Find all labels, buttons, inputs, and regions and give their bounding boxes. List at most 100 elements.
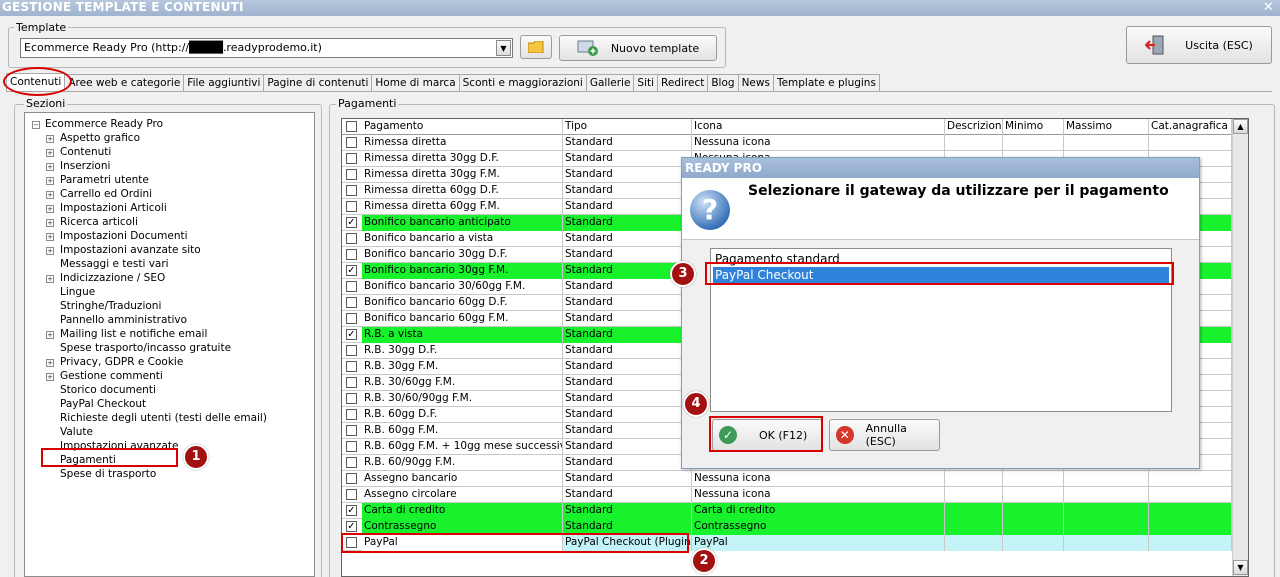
table-cell[interactable] (945, 487, 1003, 503)
table-cell[interactable]: Contrassegno (692, 519, 945, 535)
tab-8[interactable]: Redirect (657, 74, 708, 92)
table-cell[interactable]: PayPal (692, 535, 945, 551)
tab-5[interactable]: Sconti e maggiorazioni (458, 74, 586, 92)
sections-tree[interactable]: − Ecommerce Ready Pro + Aspetto grafico + C… (24, 112, 315, 577)
tab-3[interactable]: Pagine di contenuti (263, 74, 372, 92)
row-checkbox[interactable] (346, 313, 357, 324)
row-checkbox[interactable] (346, 345, 357, 356)
tree-collapse-icon[interactable]: − (32, 121, 40, 129)
table-cell[interactable]: R.B. 60gg D.F. (362, 407, 563, 423)
table-cell[interactable] (1064, 519, 1149, 535)
tree-expand-icon[interactable]: + (46, 163, 54, 171)
table-cell[interactable]: Bonifico bancario a vista (362, 231, 563, 247)
close-icon[interactable]: ✕ (1263, 0, 1274, 15)
row-checkbox[interactable] (346, 281, 357, 292)
row-checkbox[interactable] (346, 473, 357, 484)
table-cell[interactable]: Standard (563, 487, 692, 503)
column-header[interactable]: Descrizione estesa (945, 119, 1003, 135)
tab-2[interactable]: File aggiuntivi (183, 74, 264, 92)
tree-item[interactable]: Privacy, GDPR e Cookie (60, 356, 183, 369)
tab-1[interactable]: Aree web e categorie (64, 74, 184, 92)
row-checkbox[interactable] (346, 489, 357, 500)
tree-item[interactable]: Carrello ed Ordini (60, 188, 152, 201)
table-cell[interactable] (1149, 471, 1232, 487)
table-cell[interactable]: Standard (563, 359, 692, 375)
table-cell[interactable]: R.B. 30/60gg F.M. (362, 375, 563, 391)
tab-4[interactable]: Home di marca (371, 74, 459, 92)
table-cell[interactable]: Nessuna icona (692, 135, 945, 151)
table-cell[interactable]: Standard (563, 311, 692, 327)
row-checkbox[interactable] (346, 361, 357, 372)
row-checkbox[interactable] (346, 457, 357, 468)
table-cell[interactable]: Standard (563, 391, 692, 407)
row-checkbox[interactable] (346, 377, 357, 388)
tree-expand-icon[interactable]: + (46, 219, 54, 227)
table-cell[interactable] (1003, 487, 1064, 503)
open-folder-button[interactable] (520, 35, 552, 59)
column-header[interactable]: Pagamento (362, 119, 563, 135)
select-all-checkbox[interactable] (346, 121, 357, 132)
table-cell[interactable]: Standard (563, 343, 692, 359)
table-cell[interactable]: Standard (563, 471, 692, 487)
table-cell[interactable] (945, 503, 1003, 519)
row-checkbox[interactable] (346, 425, 357, 436)
table-cell[interactable] (1003, 135, 1064, 151)
table-cell[interactable]: Standard (563, 135, 692, 151)
row-checkbox[interactable] (346, 441, 357, 452)
table-cell[interactable]: Carta di credito (692, 503, 945, 519)
tree-item[interactable]: Spese trasporto/incasso gratuite (60, 342, 231, 355)
table-row[interactable]: Assegno circolare Standard Nessuna icona (342, 487, 1235, 503)
table-cell[interactable]: Standard (563, 183, 692, 199)
row-checkbox[interactable] (346, 409, 357, 420)
table-row[interactable]: ✓ Carta di credito Standard Carta di credit… (342, 503, 1235, 519)
tree-expand-icon[interactable]: + (46, 373, 54, 381)
table-cell[interactable] (1149, 503, 1232, 519)
scroll-down-icon[interactable]: ▼ (1233, 560, 1248, 575)
column-header[interactable]: Cat.anagrafica (1149, 119, 1232, 135)
table-cell[interactable] (1003, 535, 1064, 551)
tree-item[interactable]: Messaggi e testi vari (60, 258, 169, 271)
row-checkbox[interactable]: ✓ (346, 217, 357, 228)
table-cell[interactable]: Standard (563, 231, 692, 247)
exit-button[interactable]: Uscita (ESC) (1126, 26, 1272, 64)
tree-item[interactable]: Pannello amministrativo (60, 314, 187, 327)
table-cell[interactable]: Rimessa diretta (362, 135, 563, 151)
table-cell[interactable] (1149, 135, 1232, 151)
table-cell[interactable]: Bonifico bancario 30gg F.M. (362, 263, 563, 279)
table-cell[interactable] (1149, 535, 1232, 551)
tree-item[interactable]: Spese di trasporto (60, 468, 156, 481)
tab-10[interactable]: News (737, 74, 773, 92)
row-checkbox[interactable] (346, 169, 357, 180)
tree-item[interactable]: Parametri utente (60, 174, 149, 187)
row-checkbox[interactable]: ✓ (346, 265, 357, 276)
table-cell[interactable] (1064, 135, 1149, 151)
row-checkbox[interactable] (346, 185, 357, 196)
tree-expand-icon[interactable]: + (46, 233, 54, 241)
table-cell[interactable]: Standard (563, 439, 692, 455)
table-cell[interactable]: Assegno circolare (362, 487, 563, 503)
tree-item[interactable]: Impostazioni Documenti (60, 230, 188, 243)
table-cell[interactable]: Standard (563, 375, 692, 391)
table-cell[interactable]: Rimessa diretta 30gg F.M. (362, 167, 563, 183)
row-checkbox[interactable] (346, 393, 357, 404)
table-cell[interactable]: R.B. 60/90gg F.M. (362, 455, 563, 471)
tree-expand-icon[interactable]: + (46, 191, 54, 199)
table-cell[interactable] (1064, 487, 1149, 503)
table-cell[interactable] (1064, 535, 1149, 551)
tree-item[interactable]: Stringhe/Traduzioni (60, 300, 161, 313)
table-cell[interactable]: Nessuna icona (692, 471, 945, 487)
row-checkbox[interactable] (346, 249, 357, 260)
table-cell[interactable]: Standard (563, 247, 692, 263)
table-cell[interactable]: Rimessa diretta 60gg F.M. (362, 199, 563, 215)
tree-item[interactable]: Impostazioni Articoli (60, 202, 167, 215)
tree-expand-icon[interactable]: + (46, 149, 54, 157)
row-checkbox[interactable] (346, 153, 357, 164)
tree-item[interactable]: Contenuti (60, 146, 111, 159)
tree-expand-icon[interactable]: + (46, 205, 54, 213)
table-cell[interactable]: Bonifico bancario 30/60gg F.M. (362, 279, 563, 295)
tree-item[interactable]: PayPal Checkout (60, 398, 146, 411)
table-cell[interactable]: R.B. 60gg F.M. (362, 423, 563, 439)
table-cell[interactable] (1064, 471, 1149, 487)
table-cell[interactable] (1149, 519, 1232, 535)
row-checkbox[interactable]: ✓ (346, 505, 357, 516)
